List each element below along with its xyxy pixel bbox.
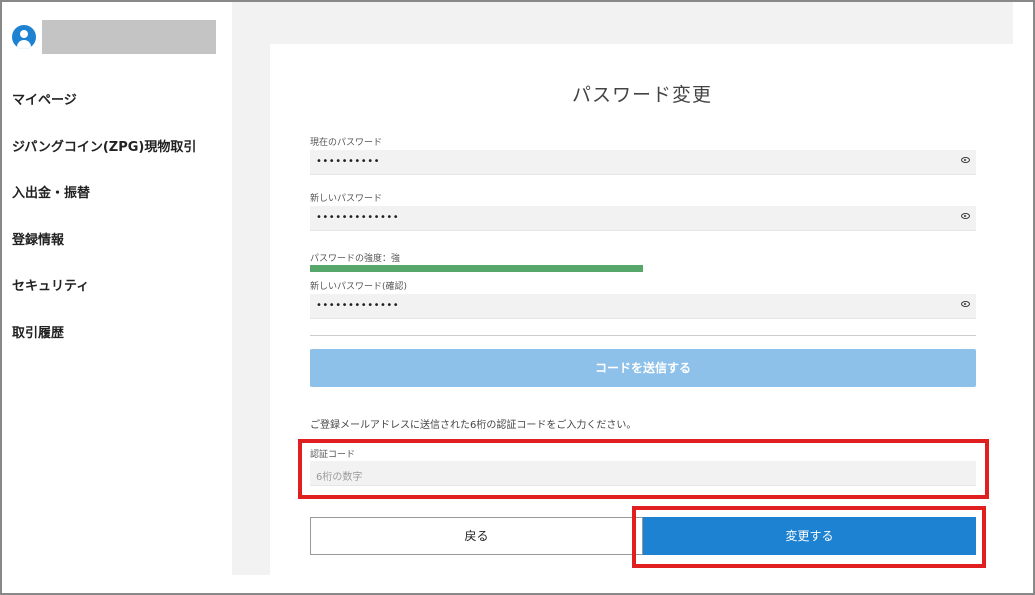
new-password-value: ••••••••••••• (316, 212, 400, 223)
confirm-password-field[interactable]: ••••••••••••• (310, 294, 976, 319)
password-strength-label: パスワードの強度：強 (310, 254, 401, 264)
eye-icon[interactable] (961, 157, 970, 163)
sidebar: マイページ ジパングコイン(ZPG)現物取引 入出金・振替 登録情報 セキュリテ… (2, 2, 232, 593)
eye-icon[interactable] (961, 213, 970, 219)
current-password-label: 現在のパスワード (310, 138, 383, 148)
eye-icon[interactable] (961, 301, 970, 307)
new-password-label: 新しいパスワード (310, 194, 383, 204)
divider (310, 335, 976, 336)
new-password-field[interactable]: ••••••••••••• (310, 206, 976, 231)
confirm-password-label: 新しいパスワード(確認) (310, 282, 408, 292)
send-code-button[interactable]: コードを送信する (310, 349, 976, 387)
user-name-redacted (42, 20, 216, 54)
back-button[interactable]: 戻る (310, 517, 643, 555)
sidebar-item-registration[interactable]: 登録情報 (12, 230, 196, 277)
auth-code-instructions: ご登録メールアドレスに送信された6桁の認証コードをご入力ください。 (310, 420, 637, 431)
highlight-box-submit (632, 506, 986, 568)
user-icon (12, 25, 36, 49)
highlight-box-auth-code (298, 439, 989, 499)
sidebar-item-deposit-withdraw[interactable]: 入出金・振替 (12, 183, 196, 230)
user-info (12, 20, 216, 54)
sidebar-item-history[interactable]: 取引履歴 (12, 323, 196, 370)
sidebar-item-security[interactable]: セキュリティ (12, 276, 196, 323)
sidebar-nav: マイページ ジパングコイン(ZPG)現物取引 入出金・振替 登録情報 セキュリテ… (12, 90, 196, 369)
password-strength-bar (310, 265, 643, 272)
page-title: パスワード変更 (571, 84, 712, 106)
sidebar-item-zpg-trade[interactable]: ジパングコイン(ZPG)現物取引 (12, 137, 196, 184)
current-password-field[interactable]: •••••••••• (310, 150, 976, 175)
current-password-value: •••••••••• (316, 156, 380, 167)
sidebar-item-mypage[interactable]: マイページ (12, 90, 196, 137)
confirm-password-value: ••••••••••••• (316, 300, 400, 311)
